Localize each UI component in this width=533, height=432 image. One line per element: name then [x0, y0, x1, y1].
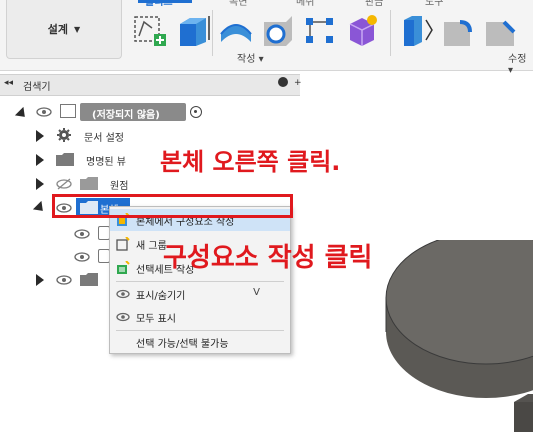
revolve-icon[interactable]: [218, 12, 254, 48]
menu-item-selectable-unselectable[interactable]: 선택 가능/선택 불가능: [110, 331, 290, 353]
expand-right-icon[interactable]: [36, 178, 44, 190]
hole-icon[interactable]: [260, 12, 296, 48]
eye-icon[interactable]: [74, 228, 90, 243]
menu-item-label: 표시/숨기기: [136, 291, 186, 302]
chamfer-icon[interactable]: [482, 12, 518, 48]
browser-item-label: 명명된 뷰: [86, 157, 126, 168]
browser-header: ◂◂ 검색기 +: [0, 74, 302, 96]
browser-root-row[interactable]: (저장되지 않음): [0, 101, 300, 125]
workspace-label: 설계: [47, 23, 69, 36]
expand-right-icon[interactable]: [36, 154, 44, 166]
create-group-label[interactable]: 작성 ▾: [237, 50, 264, 65]
annotation-highlight-box: [52, 194, 293, 218]
toolbar-divider: [212, 10, 213, 56]
expand-down-icon[interactable]: [14, 106, 30, 122]
expand-down-icon[interactable]: [32, 200, 48, 216]
pin-icon[interactable]: [278, 77, 288, 87]
eye-icon[interactable]: [36, 106, 52, 121]
toolbar-divider: [390, 10, 391, 56]
selection-set-icon: [116, 260, 130, 275]
toolbar: 설계 ▼ 솔리드 곡면 메쉬 판금 도구 작성 ▾ 수정 ▾: [0, 0, 533, 76]
annotation-text-right-click: 본체 오른쪽 클릭.: [160, 148, 341, 176]
fillet-icon[interactable]: [440, 12, 476, 48]
expand-right-icon[interactable]: [36, 274, 44, 286]
browser-title: 검색기: [23, 82, 51, 93]
root-label: (저장되지 않음): [92, 110, 160, 121]
expand-right-icon[interactable]: [36, 130, 44, 142]
folder-icon: [80, 273, 98, 289]
box-icon[interactable]: [176, 12, 212, 48]
chevron-down-icon: ▼: [74, 24, 81, 34]
menu-item-label: 선택 가능/선택 불가능: [136, 339, 229, 350]
new-group-icon: [116, 236, 130, 251]
tab-mesh[interactable]: 메쉬: [296, 0, 314, 8]
eye-icon[interactable]: [74, 251, 90, 266]
menu-item-show-all[interactable]: 모두 표시: [110, 306, 290, 328]
menu-item-shortcut: V: [253, 287, 260, 298]
eye-icon: [116, 310, 130, 324]
pattern-icon[interactable]: [302, 12, 338, 48]
modify-group-label[interactable]: 수정 ▾: [508, 50, 533, 76]
create-sketch-icon[interactable]: [132, 12, 168, 48]
tab-tools[interactable]: 도구: [425, 0, 443, 8]
browser-item-label: 원점: [110, 181, 129, 192]
workspace-dropdown[interactable]: 설계 ▼: [6, 0, 122, 59]
annotation-text-create-component: 구성요소 작성 클릭: [163, 243, 373, 273]
browser-item-label: 문서 설정: [84, 133, 124, 144]
eye-icon[interactable]: [56, 274, 72, 289]
tab-surface[interactable]: 곡면: [229, 0, 247, 8]
tab-sheet-metal[interactable]: 판금: [365, 0, 383, 8]
folder-icon: [56, 153, 74, 169]
collapse-panel-icon[interactable]: ◂◂: [4, 78, 13, 88]
menu-item-label: 모두 표시: [136, 314, 176, 325]
eye-hidden-icon[interactable]: [56, 178, 72, 193]
press-pull-icon[interactable]: [398, 12, 434, 48]
tab-solid[interactable]: 솔리드: [145, 0, 173, 8]
create-form-icon[interactable]: [344, 12, 380, 48]
menu-separator: [116, 281, 284, 282]
menu-item-show-hide[interactable]: 표시/숨기기 V: [110, 283, 290, 305]
viewport-box[interactable]: [510, 392, 533, 432]
eye-icon: [116, 287, 130, 301]
document-icon: [60, 104, 76, 118]
radio-activate-icon[interactable]: [190, 106, 202, 118]
gear-icon: [56, 127, 72, 146]
expand-panel-icon[interactable]: +: [294, 78, 302, 88]
folder-icon: [80, 177, 98, 193]
context-menu: 본체에서 구성요소 작성 새 그룹 선택세트 작성 표시/숨기기 V 모두 표시…: [109, 206, 291, 354]
root-label-pill: (저장되지 않음): [80, 103, 186, 121]
